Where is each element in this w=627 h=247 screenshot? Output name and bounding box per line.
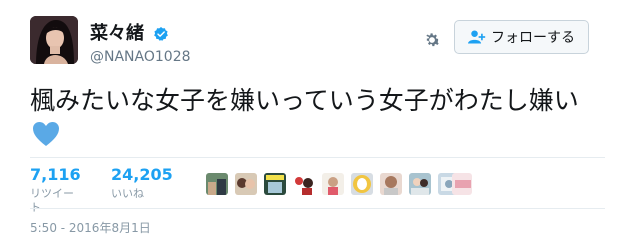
follow-button[interactable]: フォローする bbox=[454, 20, 589, 54]
liker-avatar[interactable] bbox=[293, 173, 315, 195]
retweet-label: リツイート bbox=[30, 187, 74, 214]
add-user-icon bbox=[468, 30, 486, 44]
user-info: 菜々緒 @NANAO1028 bbox=[90, 23, 191, 66]
tweet-text: 楓みたいな女子を嫌いっていう女子がわたし嫌い bbox=[30, 84, 605, 152]
follow-button-label: フォローする bbox=[491, 30, 575, 46]
liker-avatar[interactable] bbox=[409, 173, 431, 195]
like-count: 24,205 bbox=[111, 165, 173, 184]
avatar[interactable] bbox=[30, 16, 78, 64]
divider bbox=[30, 208, 605, 209]
liker-avatar[interactable] bbox=[380, 173, 402, 195]
verified-badge-icon bbox=[154, 27, 168, 41]
like-label: いいね bbox=[111, 187, 144, 200]
display-name[interactable]: 菜々緒 bbox=[90, 23, 144, 45]
tweet-timestamp[interactable]: 5:50 - 2016年8月1日 bbox=[30, 219, 151, 236]
like-stat[interactable]: 24,205 いいね bbox=[111, 165, 173, 201]
liker-avatar[interactable] bbox=[351, 173, 373, 195]
liker-avatar[interactable] bbox=[322, 173, 344, 195]
liker-avatar[interactable] bbox=[206, 173, 228, 195]
liker-avatar[interactable] bbox=[235, 173, 257, 195]
liker-avatar[interactable] bbox=[264, 173, 286, 195]
liker-avatar[interactable] bbox=[452, 173, 472, 195]
gear-icon[interactable] bbox=[422, 30, 442, 50]
divider bbox=[30, 157, 605, 158]
user-handle[interactable]: @NANAO1028 bbox=[90, 48, 191, 66]
avatar-image bbox=[30, 16, 78, 64]
blue-heart-icon bbox=[33, 122, 59, 146]
retweet-count: 7,116 bbox=[30, 165, 81, 184]
tweet-body: 楓みたいな女子を嫌いっていう女子がわたし嫌い bbox=[30, 86, 579, 115]
tweet-header: 菜々緒 @NANAO1028 フォローする bbox=[30, 16, 600, 72]
